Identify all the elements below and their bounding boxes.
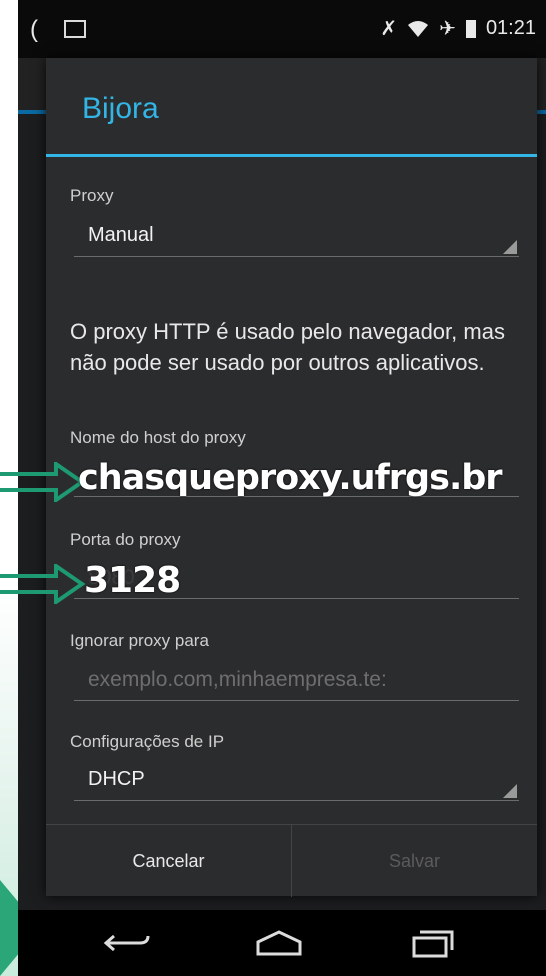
port-arrow-icon [0,564,86,604]
ip-settings-label: Configurações de IP [70,732,225,751]
status-icons: ✗ ✈ 01:21 [380,16,536,41]
proxy-value: Manual [88,224,154,246]
airplane-icon: ✈ [439,18,456,40]
ignore-field[interactable]: exemplo.com,minhaempresa.te: [74,662,519,701]
battery-icon [465,19,476,38]
ip-settings-value: DHCP [88,768,145,790]
home-icon[interactable] [254,928,304,958]
proxy-spinner[interactable]: Manual [74,216,519,257]
clock: 01:21 [485,17,536,39]
port-overlay-text: 3128 [84,560,181,601]
dialog-buttons: Cancelar Salvar [46,824,537,897]
navigation-bar [18,910,546,976]
status-bar: ( ✗ ✈ 01:21 [18,0,546,58]
muted-icon: ✗ [380,18,398,40]
spinner-corner-icon [503,240,517,254]
cancel-button[interactable]: Cancelar [46,825,292,897]
back-icon[interactable] [102,928,152,958]
host-arrow-icon [0,462,86,502]
title-divider [46,154,537,157]
dialog-title: Bijora [82,92,159,125]
ignore-label: Ignorar proxy para [70,631,209,650]
image-notification-icon [64,20,86,38]
ignore-placeholder: exemplo.com,minhaempresa.te: [88,668,387,691]
port-label: Porta do proxy [70,530,181,549]
host-label: Nome do host do proxy [70,428,246,447]
save-button[interactable]: Salvar [292,825,537,897]
host-overlay-text: chasqueproxy.ufrgs.br [78,458,503,498]
back-c-icon: ( [30,16,38,43]
spinner-corner-icon [503,784,517,798]
wifi-icon [408,20,429,37]
proxy-label: Proxy [70,186,114,205]
proxy-info-text: O proxy HTTP é usado pelo navegador, mas… [70,319,505,375]
recents-icon[interactable] [408,928,458,958]
ip-settings-spinner[interactable]: DHCP [74,760,519,801]
